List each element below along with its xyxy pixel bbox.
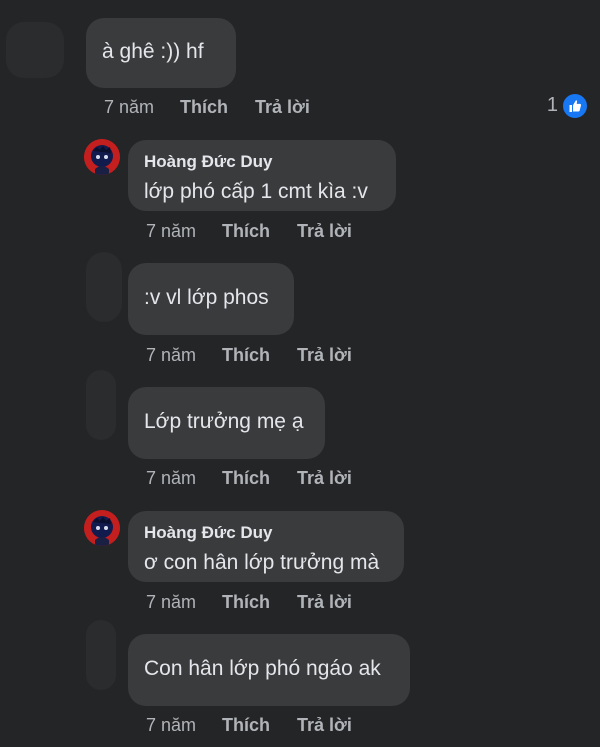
- reply-button[interactable]: Trả lời: [255, 97, 310, 118]
- comment-time[interactable]: 7 năm: [146, 221, 196, 242]
- comment-time[interactable]: 7 năm: [104, 97, 154, 118]
- like-icon: [562, 93, 588, 119]
- like-button[interactable]: Thích: [180, 97, 228, 118]
- comment-time[interactable]: 7 năm: [146, 715, 196, 736]
- like-button[interactable]: Thích: [222, 592, 270, 613]
- comment-bubble: Hoàng Đức Duy ơ con hân lớp trưởng mà: [128, 511, 404, 582]
- comment-bubble: Hoàng Đức Duy lớp phó cấp 1 cmt kìa :v: [128, 140, 396, 211]
- comment-meta: 7 năm Thích Trả lời: [146, 468, 446, 492]
- comment-meta: 7 năm Thích Trả lời: [104, 97, 404, 121]
- comment-time[interactable]: 7 năm: [146, 468, 196, 489]
- comment-text: :v vl lớp phos: [144, 286, 269, 309]
- comment-text: lớp phó cấp 1 cmt kìa :v: [144, 180, 368, 203]
- like-button[interactable]: Thích: [222, 345, 270, 366]
- blurred-avatar: [86, 370, 116, 440]
- comment-text: Con hân lớp phó ngáo ak: [144, 657, 381, 680]
- reply-button[interactable]: Trả lời: [297, 592, 352, 613]
- comment-time[interactable]: 7 năm: [146, 592, 196, 613]
- reply-button[interactable]: Trả lời: [297, 221, 352, 242]
- blurred-avatar: [86, 252, 122, 322]
- comment-meta: 7 năm Thích Trả lời: [146, 715, 446, 739]
- comment-text: à ghê :)) hf: [102, 40, 204, 63]
- blurred-avatar: [86, 620, 116, 690]
- user-avatar[interactable]: [84, 139, 120, 175]
- reaction-count: 1: [546, 94, 558, 116]
- comment-bubble: Lớp trưởng mẹ ạ: [128, 387, 325, 459]
- reply-button[interactable]: Trả lời: [297, 715, 352, 736]
- comment-bubble: Con hân lớp phó ngáo ak: [128, 634, 410, 706]
- comment-bubble: :v vl lớp phos: [128, 263, 294, 335]
- comment-meta: 7 năm Thích Trả lời: [146, 592, 446, 616]
- comment-text: Lớp trưởng mẹ ạ: [144, 410, 304, 433]
- comment-bubble: à ghê :)) hf: [86, 18, 236, 88]
- reply-button[interactable]: Trả lời: [297, 468, 352, 489]
- like-button[interactable]: Thích: [222, 221, 270, 242]
- like-button[interactable]: Thích: [222, 468, 270, 489]
- comment-time[interactable]: 7 năm: [146, 345, 196, 366]
- comment-text: ơ con hân lớp trưởng mà: [144, 551, 380, 574]
- comment-author[interactable]: Hoàng Đức Duy: [144, 523, 273, 543]
- comment-meta: 7 năm Thích Trả lời: [146, 221, 446, 245]
- comment-meta: 7 năm Thích Trả lời: [146, 345, 446, 369]
- user-avatar[interactable]: [84, 510, 120, 546]
- reply-button[interactable]: Trả lời: [297, 345, 352, 366]
- comment-author[interactable]: Hoàng Đức Duy: [144, 152, 273, 172]
- blurred-avatar: [6, 22, 64, 78]
- like-button[interactable]: Thích: [222, 715, 270, 736]
